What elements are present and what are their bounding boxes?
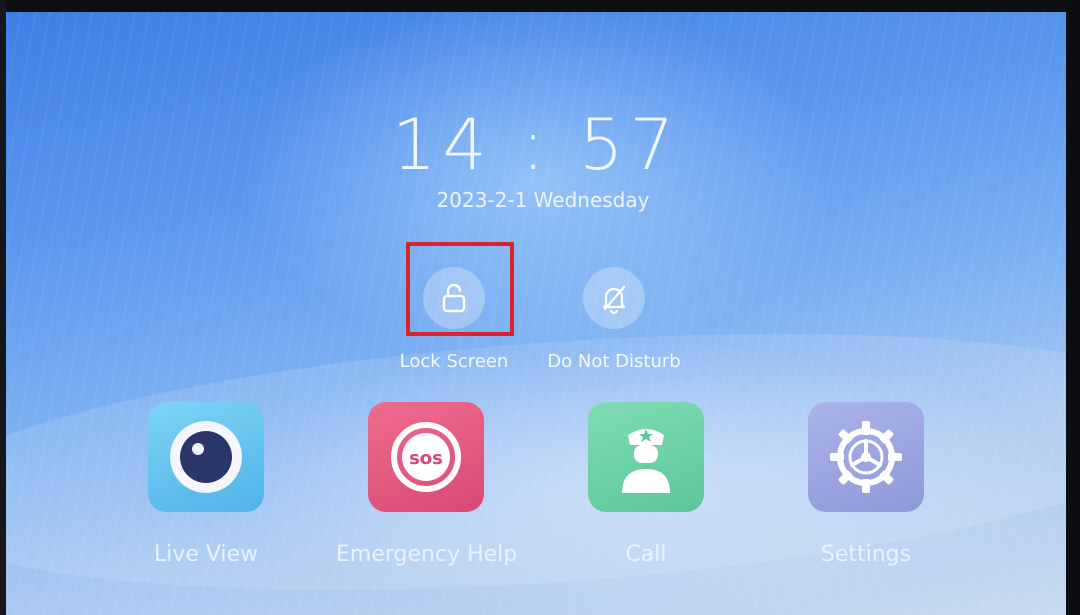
device-bezel-top [0,0,1080,12]
live-view-tile[interactable] [148,402,264,512]
emergency-help-label: Emergency Help [336,542,518,567]
emergency-help-tile[interactable]: sos [368,402,484,512]
call-tile[interactable] [588,402,704,512]
device-bezel-right [1066,0,1080,615]
do-not-disturb-button[interactable]: Do Not Disturb [547,267,681,372]
sos-icon: sos [391,422,461,492]
live-view-label: Live View [153,542,259,567]
app-call[interactable]: Call [556,402,736,567]
guard-icon [622,429,670,493]
lock-screen-label: Lock Screen [399,351,509,372]
gear-icon [830,421,902,493]
app-live-view[interactable]: Live View [116,402,296,567]
call-label: Call [625,542,667,567]
camera-eye-icon [170,421,242,493]
bell-off-icon [602,285,626,315]
lock-screen-highlight [406,242,514,336]
settings-tile[interactable] [808,402,924,512]
do-not-disturb-circle[interactable] [583,267,645,329]
svg-text:sos: sos [409,448,443,469]
settings-label: Settings [820,542,912,567]
app-emergency-help[interactable]: sos Emergency Help [336,402,518,567]
clock-date: 2023-2-1 Wednesday [436,188,650,212]
home-screen: 14 : 57 2023-2-1 Wednesday Lock Screen D… [6,12,1066,615]
app-settings[interactable]: Settings [776,402,956,567]
do-not-disturb-label: Do Not Disturb [547,351,681,372]
clock-time: 14 : 57 [391,104,681,186]
